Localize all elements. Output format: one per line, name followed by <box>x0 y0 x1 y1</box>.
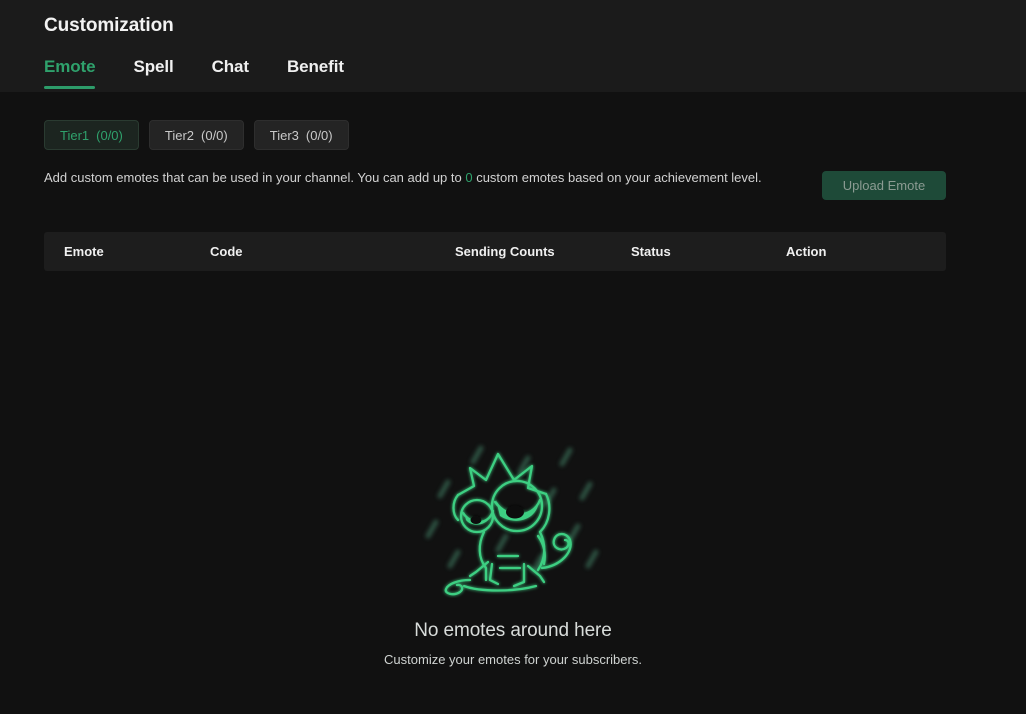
column-header-sending-counts: Sending Counts <box>455 244 555 259</box>
description-part-2: custom emotes based on your achievement … <box>472 170 762 185</box>
upload-emote-button[interactable]: Upload Emote <box>822 171 946 200</box>
column-header-status: Status <box>631 244 671 259</box>
tab-benefit-label: Benefit <box>286 57 344 76</box>
description-limit-value: 0 <box>465 170 473 185</box>
tab-chat-label: Chat <box>211 57 249 76</box>
tier-chip-tier2-label: Tier2 <box>164 127 195 143</box>
column-header-emote: Emote <box>64 244 104 259</box>
column-header-action: Action <box>786 244 827 259</box>
tab-spell[interactable]: Spell <box>133 57 173 89</box>
tier-chip-tier1-count: (0/0) <box>96 127 123 143</box>
page-header: Customization Emote Spell Chat Benefit <box>0 0 1026 92</box>
description-part-1: Add custom emotes that can be used in yo… <box>44 170 466 185</box>
column-header-code: Code <box>210 244 243 259</box>
tier-filter-group: Tier1 (0/0) Tier2 (0/0) Tier3 (0/0) <box>44 120 349 150</box>
tier-chip-tier2-count: (0/0) <box>201 127 228 143</box>
tab-emote[interactable]: Emote <box>44 57 96 89</box>
empty-state-subtitle: Customize your emotes for your subscribe… <box>384 652 642 667</box>
tier-chip-tier3-count: (0/0) <box>305 127 333 143</box>
emote-table-header: Emote Code Sending Counts Status Action <box>44 232 946 271</box>
tab-emote-label: Emote <box>44 57 96 76</box>
empty-state-title: No emotes around here <box>414 620 612 641</box>
tier-chip-tier3-label: Tier3 <box>269 127 299 143</box>
tab-spell-label: Spell <box>133 57 174 76</box>
tier-chip-tier2[interactable]: Tier2 (0/0) <box>148 120 244 150</box>
tab-chat[interactable]: Chat <box>212 57 249 89</box>
tab-benefit[interactable]: Benefit <box>287 57 344 89</box>
tier-chip-tier1[interactable]: Tier1 (0/0) <box>44 120 139 150</box>
customization-page: Customization Emote Spell Chat Benefit T… <box>0 0 1026 714</box>
tier-chip-tier1-label: Tier1 <box>60 127 90 143</box>
page-title: Customization <box>44 15 174 36</box>
tab-bar: Emote Spell Chat Benefit <box>44 57 344 89</box>
chameleon-rain-icon <box>425 445 599 596</box>
emote-description: Add custom emotes that can be used in yo… <box>44 168 789 187</box>
tier-chip-tier3[interactable]: Tier3 (0/0) <box>253 120 349 150</box>
empty-state: No emotes around here Customize your emo… <box>0 440 1026 667</box>
